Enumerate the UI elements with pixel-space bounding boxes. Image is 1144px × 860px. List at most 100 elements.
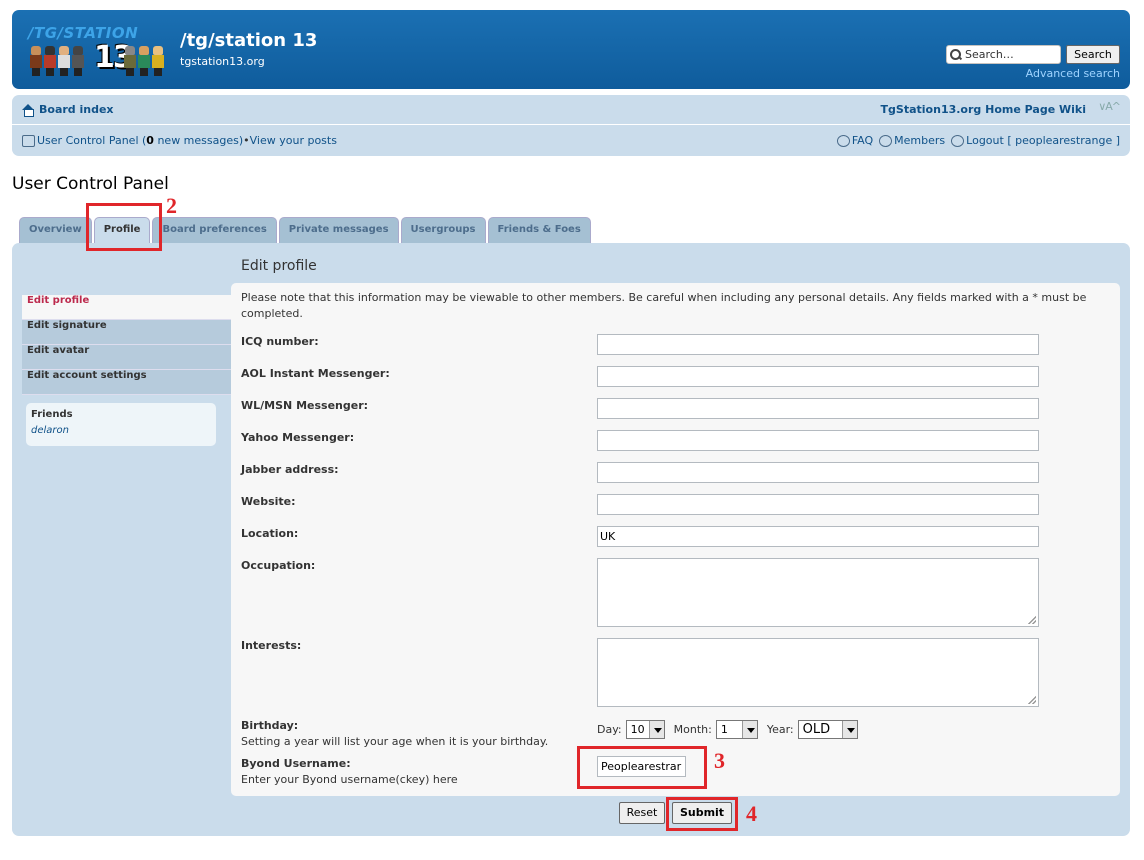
- aim-field[interactable]: [597, 366, 1039, 387]
- interests-label: Interests:: [241, 639, 302, 652]
- logo-character: [138, 46, 150, 76]
- occupation-label: Occupation:: [241, 559, 316, 572]
- birthday-selectors: Day: 10 Month: 1 Year: OLD: [597, 720, 867, 739]
- yahoo-field[interactable]: [597, 430, 1039, 451]
- occupation-textarea[interactable]: [597, 558, 1039, 627]
- annotation-number: 2: [166, 193, 177, 218]
- help-icon: [836, 134, 850, 147]
- day-label: Day:: [597, 723, 622, 736]
- account-links: FAQ Members Logout [ peoplearestrange ]: [836, 134, 1120, 147]
- msn-field[interactable]: [597, 398, 1039, 419]
- chevron-down-icon: [741, 721, 757, 738]
- website-label: Website:: [241, 495, 296, 508]
- icq-field[interactable]: [597, 334, 1039, 355]
- aim-label: AOL Instant Messenger:: [241, 367, 390, 380]
- day-value: 10: [630, 723, 645, 736]
- home-page-link[interactable]: TgStation13.org Home Page: [881, 103, 1056, 116]
- faq-label: FAQ: [851, 134, 874, 147]
- power-icon: [951, 134, 965, 147]
- profile-sidebar: Edit profile Edit signature Edit avatar …: [22, 295, 232, 395]
- year-select[interactable]: OLD: [797, 720, 859, 739]
- birthday-label: Birthday:: [241, 719, 299, 732]
- site-subtitle: tgstation13.org: [180, 55, 265, 68]
- sidebar-item-edit-avatar[interactable]: Edit avatar: [22, 345, 232, 370]
- ucp-link[interactable]: User Control Panel (0 new messages): [37, 134, 243, 147]
- tab-private-messages[interactable]: Private messages: [278, 217, 399, 243]
- logout-link[interactable]: Logout [ peoplearestrange ]: [951, 134, 1120, 147]
- resize-grip-icon[interactable]: [1028, 616, 1036, 624]
- site-header: /TG/STATION 13 /tg/station 13 tgstation1…: [12, 10, 1130, 89]
- icq-label: ICQ number:: [241, 335, 319, 348]
- tab-usergroups[interactable]: Usergroups: [400, 217, 486, 243]
- friends-title: Friends: [31, 409, 73, 420]
- logo-character: [124, 46, 136, 76]
- annotation-number: 4: [746, 801, 757, 826]
- sidebar-item-edit-account-settings[interactable]: Edit account settings: [22, 370, 232, 395]
- new-messages-count: 0: [146, 134, 154, 147]
- annotation-box: [666, 797, 738, 831]
- logo-character: [72, 46, 84, 76]
- navbar: Board index TgStation13.org Home Page Wi…: [12, 95, 1130, 156]
- board-index-link[interactable]: Board index: [39, 103, 114, 116]
- edit-profile-title: Edit profile: [241, 258, 317, 274]
- edit-profile-form: Please note that this information may be…: [231, 283, 1120, 796]
- sidebar-item-edit-signature[interactable]: Edit signature: [22, 320, 232, 345]
- tab-friends-foes[interactable]: Friends & Foes: [487, 217, 591, 243]
- ucp-panel: Edit profile Edit signature Edit avatar …: [12, 243, 1130, 836]
- ucp-link-suffix: new messages): [153, 134, 244, 147]
- faq-link[interactable]: FAQ: [836, 134, 874, 147]
- page-title: User Control Panel: [12, 174, 169, 194]
- month-value: 1: [720, 723, 728, 736]
- month-select[interactable]: 1: [715, 720, 758, 739]
- chevron-down-icon: [842, 721, 858, 738]
- members-icon: [879, 134, 893, 147]
- year-label: Year:: [766, 723, 794, 736]
- sidebar-item-edit-profile[interactable]: Edit profile: [22, 295, 232, 320]
- navbar-top-row: Board index TgStation13.org Home Page Wi…: [12, 95, 1130, 125]
- day-select[interactable]: 10: [625, 720, 665, 739]
- privacy-notice: Please note that this information may be…: [241, 291, 1087, 320]
- month-label: Month:: [673, 723, 712, 736]
- ucp-link-prefix: User Control Panel (: [37, 134, 147, 147]
- friend-link[interactable]: delaron: [31, 425, 211, 436]
- website-field[interactable]: [597, 494, 1039, 515]
- resize-grip-icon[interactable]: [1028, 696, 1036, 704]
- wiki-link[interactable]: Wiki: [1059, 103, 1086, 116]
- search-input[interactable]: [965, 48, 1060, 61]
- logo-character: [30, 46, 42, 76]
- msn-label: WL/MSN Messenger:: [241, 399, 369, 412]
- interests-textarea[interactable]: [597, 638, 1039, 707]
- search-button[interactable]: Search: [1066, 45, 1120, 64]
- search-icon: [949, 48, 962, 61]
- site-title[interactable]: /tg/station 13: [180, 30, 317, 51]
- font-size-control[interactable]: ∨A^: [1098, 100, 1121, 113]
- advanced-search-link[interactable]: Advanced search: [1026, 67, 1120, 80]
- jabber-field[interactable]: [597, 462, 1039, 483]
- byond-username-hint: Enter your Byond username(ckey) here: [241, 773, 458, 786]
- tab-board-preferences[interactable]: Board preferences: [152, 217, 277, 243]
- tab-overview[interactable]: Overview: [19, 217, 92, 243]
- logo-character: [58, 46, 70, 76]
- navbar-bottom-row: User Control Panel (0 new messages) • Vi…: [12, 126, 1130, 154]
- site-logo[interactable]: /TG/STATION 13: [28, 24, 164, 76]
- logout-label: Logout [ peoplearestrange ]: [966, 134, 1120, 147]
- logo-character: [44, 46, 56, 76]
- friends-box: Friends delaron: [26, 403, 216, 446]
- view-posts-link[interactable]: View your posts: [250, 134, 337, 147]
- members-label: Members: [894, 134, 946, 147]
- yahoo-label: Yahoo Messenger:: [241, 431, 355, 444]
- members-link[interactable]: Members: [879, 134, 945, 147]
- location-field[interactable]: [597, 526, 1039, 547]
- year-value: OLD: [802, 722, 831, 737]
- byond-username-label: Byond Username:: [241, 757, 351, 770]
- annotation-box: [577, 746, 707, 789]
- logo-character: [152, 46, 164, 76]
- reset-button[interactable]: Reset: [619, 802, 665, 824]
- location-label: Location:: [241, 527, 299, 540]
- ucp-links: User Control Panel (0 new messages) • Vi…: [22, 134, 337, 147]
- search-field[interactable]: [946, 45, 1061, 64]
- user-control-panel-icon: [22, 134, 35, 147]
- annotation-number: 3: [714, 748, 725, 773]
- jabber-label: Jabber address:: [241, 463, 339, 476]
- chevron-down-icon: [648, 721, 664, 738]
